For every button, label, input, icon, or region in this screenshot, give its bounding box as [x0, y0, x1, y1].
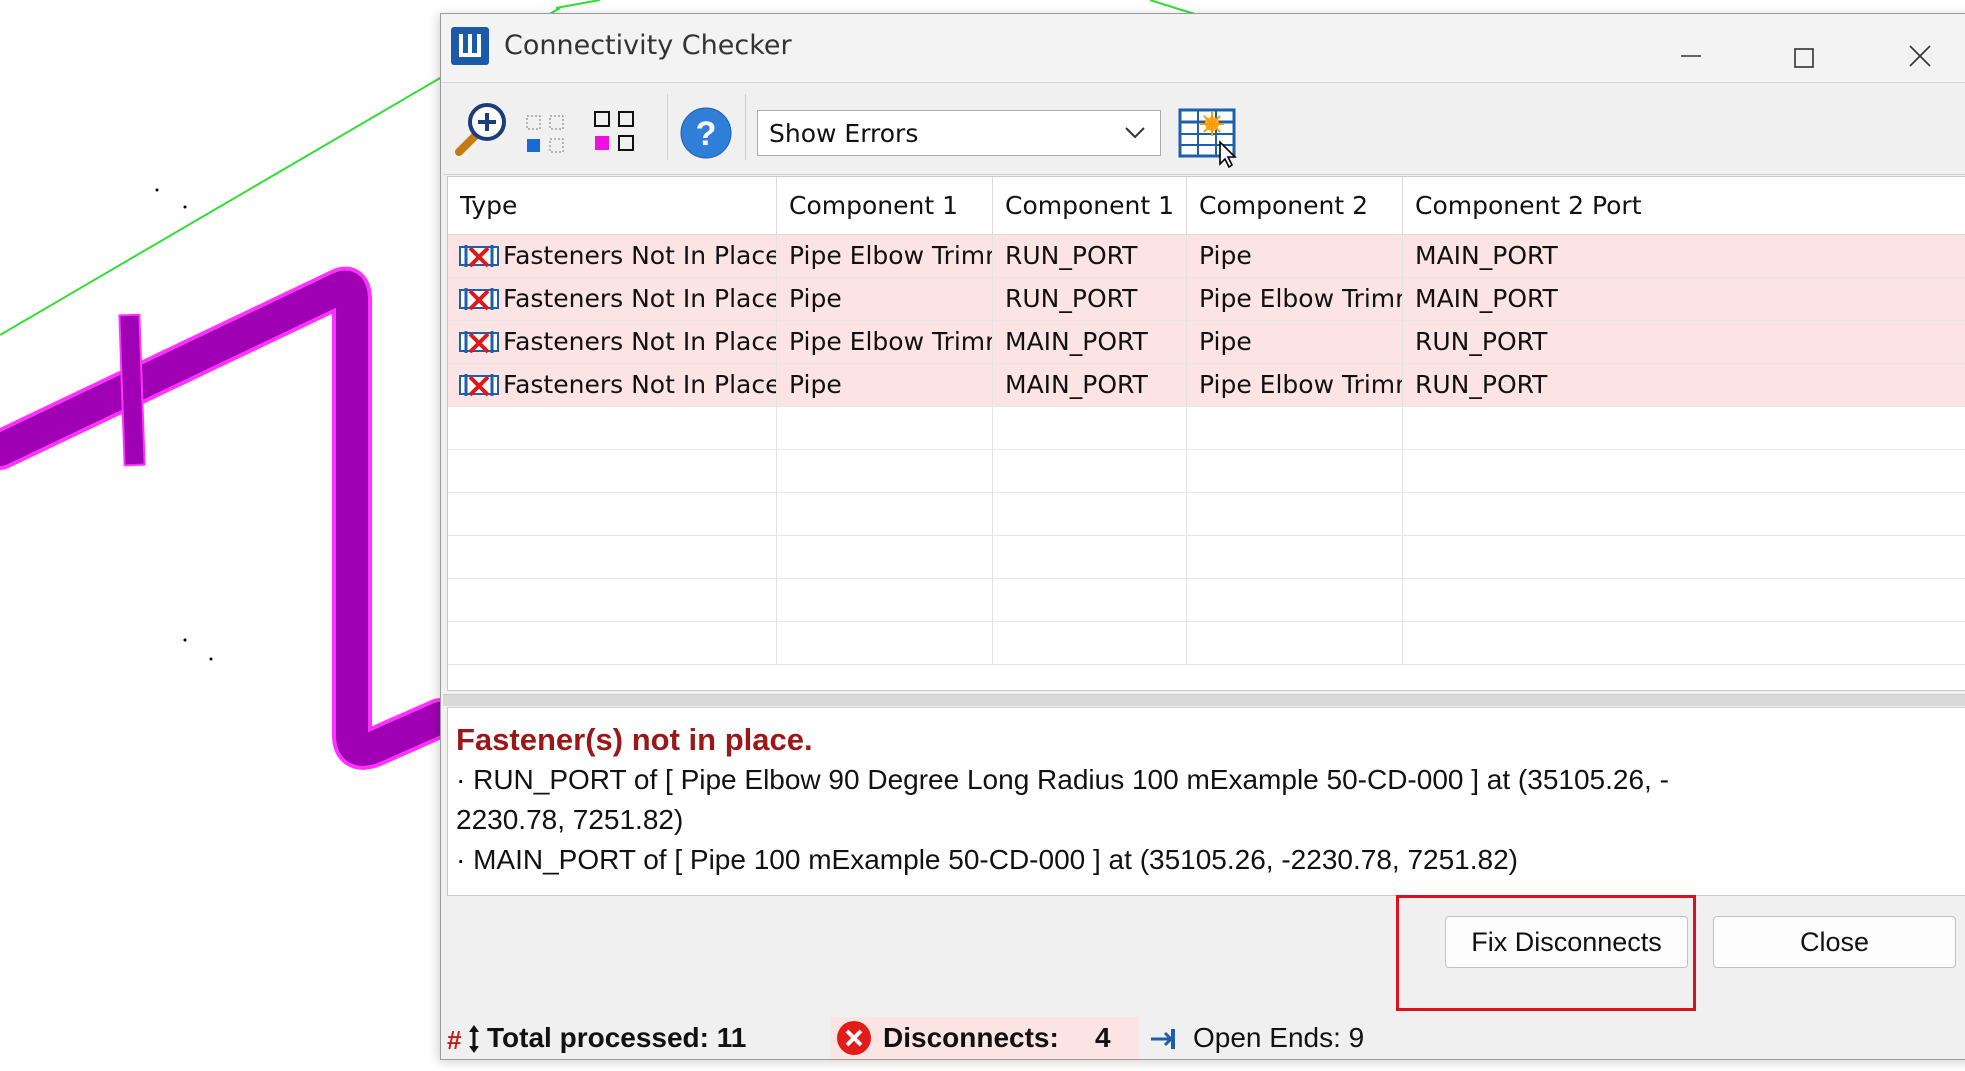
- column-header-component-1[interactable]: Component 1: [777, 177, 993, 234]
- cell-component-2: Pipe Elbow Trimmed: [1187, 278, 1403, 320]
- connectivity-checker-dialog: Connectivity Checker ? Show Errors Type …: [440, 13, 1965, 1060]
- cell-component-1: Pipe: [777, 278, 993, 320]
- table-row[interactable]: Fasteners Not In Place Pipe Elbow Trimme…: [448, 321, 1965, 364]
- toolbar-separator: [667, 94, 668, 160]
- cell-component-1-port: RUN_PORT: [993, 235, 1187, 277]
- title-bar[interactable]: Connectivity Checker: [441, 14, 1965, 83]
- fix-disconnects-button[interactable]: Fix Disconnects: [1445, 916, 1688, 968]
- message-panel: Fastener(s) not in place. · RUN_PORT of …: [447, 707, 1965, 896]
- cell-component-2-port: RUN_PORT: [1415, 370, 1548, 399]
- cell-component-1: Pipe: [777, 364, 993, 406]
- cell-component-2: Pipe Elbow Trimmed: [1187, 364, 1403, 406]
- column-header-component-2-port[interactable]: Component 2 Port: [1403, 177, 1965, 234]
- table-row[interactable]: Fasteners Not In Place Pipe MAIN_PORT Pi…: [448, 364, 1965, 407]
- svg-text:?: ?: [696, 115, 717, 153]
- maximize-button[interactable]: [1774, 24, 1834, 68]
- message-line: · RUN_PORT of [ Pipe Elbow 90 Degree Lon…: [456, 764, 1669, 795]
- disconnects-label: Disconnects:: [883, 1022, 1059, 1053]
- panel-splitter[interactable]: [443, 694, 1965, 706]
- cell-component-2-port: MAIN_PORT: [1415, 241, 1558, 270]
- cell-component-1-port: MAIN_PORT: [993, 364, 1187, 406]
- table-row[interactable]: Fasteners Not In Place Pipe Elbow Trimme…: [448, 235, 1965, 278]
- empty-row: [448, 450, 1965, 493]
- filter-selected-value: Show Errors: [769, 119, 919, 148]
- empty-row: [448, 493, 1965, 536]
- cell-component-1: Pipe Elbow Trimmed: [777, 321, 993, 363]
- open-end-icon: [1145, 1017, 1185, 1059]
- cell-component-2: Pipe: [1187, 321, 1403, 363]
- chevron-down-icon: [1124, 125, 1146, 145]
- cell-component-2: Pipe: [1187, 235, 1403, 277]
- empty-row: [448, 579, 1965, 622]
- message-line: · MAIN_PORT of [ Pipe 100 mExample 50-CD…: [456, 844, 1518, 875]
- cell-component-2-port: MAIN_PORT: [1415, 284, 1558, 313]
- cell-type: Fasteners Not In Place: [448, 278, 777, 320]
- help-icon[interactable]: ?: [679, 106, 733, 160]
- close-button[interactable]: Close: [1713, 916, 1956, 968]
- cell-component-1-port: RUN_PORT: [993, 278, 1187, 320]
- toolbar-separator: [745, 94, 746, 160]
- empty-row: [448, 407, 1965, 450]
- disconnects-count: 4: [1095, 1022, 1111, 1053]
- cell-type: Fasteners Not In Place: [448, 321, 777, 363]
- window-title: Connectivity Checker: [504, 30, 792, 61]
- message-title: Fastener(s) not in place.: [456, 722, 813, 757]
- table-refresh-icon[interactable]: [1176, 102, 1242, 169]
- pipe-model[interactable]: [0, 266, 460, 770]
- column-header-component-2[interactable]: Component 2: [1187, 177, 1403, 234]
- minimize-button[interactable]: [1659, 24, 1719, 68]
- results-table: Type Component 1 Component 1 Port Compon…: [447, 176, 1965, 691]
- toolbar: ? Show Errors: [443, 84, 1965, 175]
- svg-text:#: #: [447, 1025, 462, 1055]
- cell-component-1-port: MAIN_PORT: [993, 321, 1187, 363]
- table-row[interactable]: Fasteners Not In Place Pipe RUN_PORT Pip…: [448, 278, 1965, 321]
- filter-dropdown[interactable]: Show Errors: [757, 110, 1161, 156]
- cell-component-2-port: RUN_PORT: [1415, 327, 1548, 356]
- close-window-button[interactable]: [1889, 24, 1949, 68]
- color-select-icon[interactable]: [591, 108, 639, 156]
- open-ends-label: Open Ends: 9: [1193, 1022, 1365, 1053]
- app-logo-icon: [451, 27, 489, 65]
- status-bar: # Total processed: 11 Disconnects: 4 Ope…: [443, 1017, 1965, 1059]
- empty-row: [448, 536, 1965, 579]
- error-icon: [835, 1017, 875, 1059]
- table-header: Type Component 1 Component 1 Port Compon…: [448, 177, 1965, 277]
- message-line: 2230.78, 7251.82): [456, 804, 684, 835]
- cell-type: Fasteners Not In Place: [448, 235, 777, 277]
- cell-component-1: Pipe Elbow Trimmed: [777, 235, 993, 277]
- total-processed-label: Total processed: 11: [487, 1022, 747, 1053]
- zoom-in-icon[interactable]: [451, 98, 513, 160]
- total-processed-icon: #: [447, 1017, 483, 1059]
- column-header-type[interactable]: Type: [448, 177, 777, 234]
- empty-row: [448, 622, 1965, 665]
- column-header-component-1-port[interactable]: Component 1 Port: [993, 177, 1187, 277]
- select-box-icon[interactable]: [523, 112, 567, 156]
- cell-type: Fasteners Not In Place: [448, 364, 777, 406]
